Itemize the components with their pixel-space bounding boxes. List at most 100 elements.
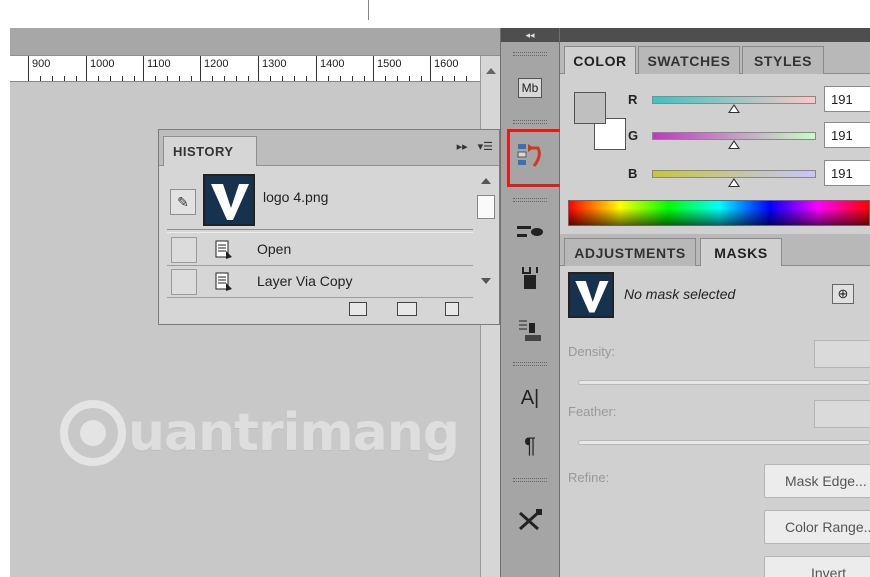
- dock-grip[interactable]: [513, 198, 547, 202]
- slider-handle-icon[interactable]: [728, 178, 740, 187]
- lightbulb-icon: [60, 400, 126, 466]
- tab-history[interactable]: HISTORY: [163, 136, 257, 166]
- ruler-label: 1300: [262, 58, 287, 70]
- density-slider[interactable]: [578, 380, 870, 385]
- brush-presets-icon[interactable]: [509, 212, 551, 252]
- feather-field[interactable]: [814, 400, 870, 428]
- ruler-tick: [28, 56, 29, 81]
- tab-adjustments[interactable]: ADJUSTMENTS: [564, 238, 696, 266]
- character-icon[interactable]: A|: [509, 378, 551, 418]
- tool-presets-icon[interactable]: [509, 310, 551, 350]
- color-range-button[interactable]: Color Range...: [764, 510, 870, 544]
- color-panel-tabs: COLOR SWATCHES STYLES: [560, 42, 870, 74]
- watermark-text: uantrimang: [128, 403, 460, 463]
- paragraph-icon[interactable]: ¶: [509, 426, 551, 466]
- density-label: Density:: [568, 344, 615, 359]
- tab-masks[interactable]: MASKS: [700, 238, 782, 266]
- scroll-up-icon[interactable]: [481, 178, 491, 184]
- mini-bridge-icon[interactable]: Mb: [509, 68, 551, 108]
- ruler-tick: [143, 56, 144, 81]
- history-state-icon: [215, 272, 232, 291]
- history-scrollbar[interactable]: [475, 170, 497, 290]
- camera-icon[interactable]: [397, 302, 417, 316]
- scroll-down-icon[interactable]: [481, 278, 491, 284]
- ruler-tick: [200, 56, 201, 81]
- green-slider[interactable]: [652, 132, 816, 140]
- slider-handle-icon[interactable]: [728, 104, 740, 113]
- refine-label: Refine:: [568, 470, 610, 485]
- dock-grip[interactable]: [513, 52, 547, 56]
- history-snapshot[interactable]: ✎ logo 4.png: [167, 174, 473, 226]
- panel-menu-icon[interactable]: ▾☰: [478, 140, 493, 153]
- tab-color[interactable]: COLOR: [564, 46, 636, 74]
- green-value-field[interactable]: 191: [824, 122, 870, 148]
- foreground-color-swatch[interactable]: [574, 92, 606, 124]
- blue-slider[interactable]: [652, 170, 816, 178]
- color-spectrum-bar[interactable]: [568, 200, 870, 226]
- history-brush-icon[interactable]: ✎: [170, 189, 196, 215]
- scroll-thumb[interactable]: [477, 195, 495, 219]
- document-tab-bar: [10, 28, 500, 56]
- divider: [167, 229, 473, 233]
- ruler-tick: [258, 56, 259, 81]
- tools-icon[interactable]: [509, 500, 551, 540]
- watermark: uantrimang: [60, 385, 460, 481]
- channel-label: R: [628, 92, 638, 107]
- ruler-label: 1100: [147, 58, 171, 70]
- density-field[interactable]: [814, 340, 870, 368]
- dock-grip[interactable]: [513, 478, 547, 482]
- history-state-label: Open: [257, 241, 292, 257]
- ruler-label: 1600: [434, 58, 459, 70]
- invert-button[interactable]: Invert: [764, 556, 870, 577]
- panel-header-bar: [560, 28, 870, 42]
- red-slider-row: R 191: [628, 86, 870, 116]
- feather-label: Feather:: [568, 404, 617, 419]
- logo-icon: [570, 274, 612, 316]
- panel-collapse-icon[interactable]: ▸▸: [457, 140, 468, 153]
- history-tab-bar: HISTORY ▸▸ ▾☰: [159, 130, 499, 166]
- scroll-up-icon[interactable]: [486, 68, 496, 74]
- new-document-icon[interactable]: [349, 302, 367, 316]
- ruler-tick: [430, 56, 431, 81]
- panel-dock: ◂◂ Mb A| ¶: [500, 28, 565, 577]
- green-slider-row: G 191: [628, 122, 870, 152]
- clone-source-icon[interactable]: [509, 258, 551, 298]
- mask-edge-button[interactable]: Mask Edge...: [764, 464, 870, 498]
- mask-status: No mask selected: [624, 286, 736, 302]
- history-footer: [159, 294, 499, 324]
- adjustments-panel-tabs: ADJUSTMENTS MASKS: [560, 234, 870, 266]
- collapse-dock-icon[interactable]: ◂◂: [501, 28, 559, 42]
- blue-value-field[interactable]: 191: [824, 160, 870, 186]
- highlight-box: [507, 129, 565, 187]
- snapshot-thumbnail: [203, 174, 255, 226]
- red-slider[interactable]: [652, 96, 816, 104]
- ruler-label: 1500: [377, 58, 402, 70]
- slider-handle-icon[interactable]: [728, 140, 740, 149]
- history-state-icon: [215, 240, 232, 259]
- logo-icon: [205, 176, 253, 224]
- horizontal-ruler[interactable]: 900 1000 1100 1200 1300 1400 1500 1600: [10, 56, 480, 82]
- history-source-checkbox[interactable]: [171, 237, 197, 263]
- separator: [368, 0, 369, 20]
- right-panels: COLOR SWATCHES STYLES R 191 G 191 B 191 …: [560, 28, 870, 577]
- channel-label: B: [628, 166, 638, 181]
- dock-grip[interactable]: [513, 362, 547, 366]
- ruler-label: 900: [32, 58, 51, 70]
- history-source-checkbox[interactable]: [171, 269, 197, 295]
- trash-icon[interactable]: [445, 302, 459, 316]
- tab-styles[interactable]: STYLES: [742, 46, 824, 74]
- ruler-tick: [373, 56, 374, 81]
- tab-swatches[interactable]: SWATCHES: [638, 46, 740, 74]
- ruler-tick: [86, 56, 87, 81]
- top-strip: [0, 0, 870, 28]
- history-state-row[interactable]: Open: [167, 234, 473, 266]
- feather-slider[interactable]: [578, 440, 870, 445]
- dock-grip[interactable]: [513, 120, 547, 124]
- red-value-field[interactable]: 191: [824, 86, 870, 112]
- channel-label: G: [628, 128, 639, 143]
- add-pixel-mask-icon[interactable]: ⊕: [832, 284, 854, 304]
- ruler-label: 1000: [90, 58, 115, 70]
- ruler-label: 1400: [320, 58, 345, 70]
- mask-thumbnail: [568, 272, 614, 318]
- ruler-tick: [316, 56, 317, 81]
